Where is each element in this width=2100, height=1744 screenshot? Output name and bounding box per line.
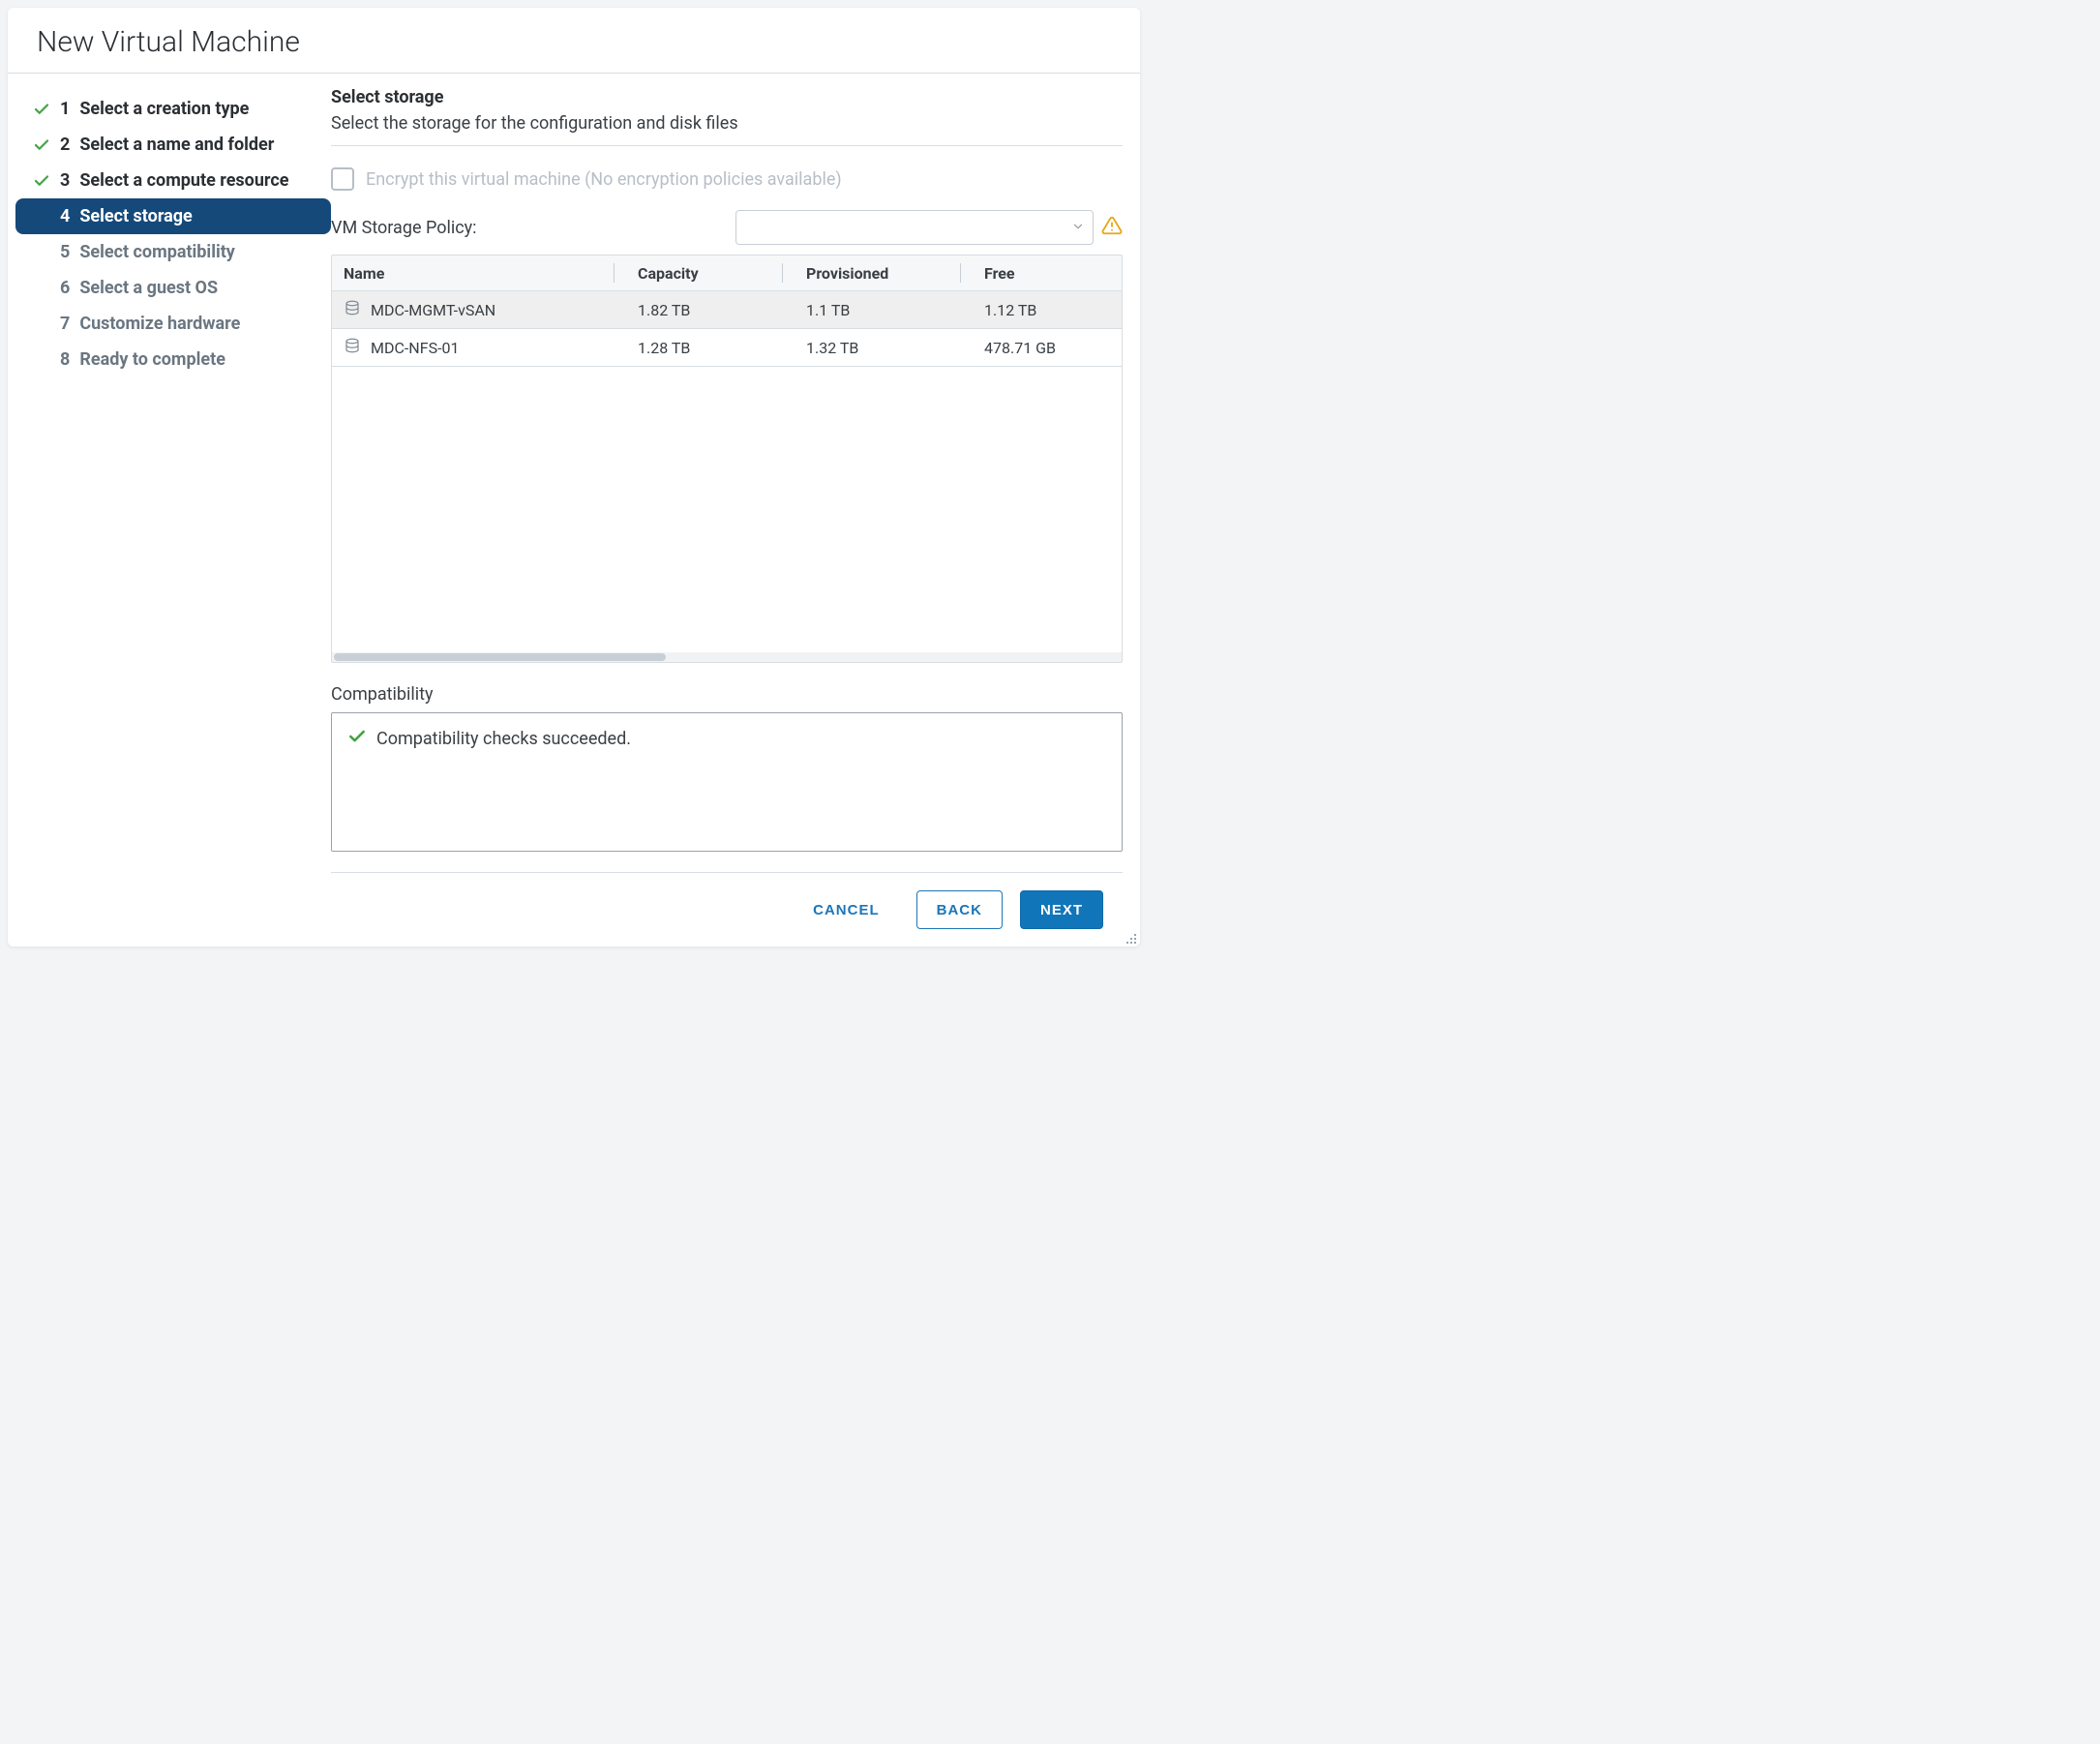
step-number: 7 <box>60 314 70 334</box>
policy-row: VM Storage Policy: <box>331 210 1123 245</box>
table-body: MDC-MGMT-vSAN1.82 TB1.1 TB1.12 TBVirtMDC… <box>332 291 1122 652</box>
next-button[interactable]: NEXT <box>1020 890 1103 929</box>
wizard-step-3[interactable]: 3 Select a compute resource <box>15 163 331 198</box>
wizard-step-1[interactable]: 1 Select a creation type <box>15 91 331 127</box>
step-label: Select a creation type <box>79 99 249 119</box>
col-name[interactable]: Name <box>332 256 626 290</box>
dialog-header: New Virtual Machine <box>8 8 1140 74</box>
step-label: Ready to complete <box>79 349 225 370</box>
cell-free: 478.71 GB <box>973 331 1122 365</box>
wizard-step-4[interactable]: 4 Select storage <box>15 198 331 234</box>
datastore-table: Name Capacity Provisioned Free Type MDC-… <box>331 255 1123 663</box>
cell-capacity: 1.28 TB <box>626 331 795 365</box>
cell-provisioned: 1.1 TB <box>795 293 973 327</box>
cancel-button[interactable]: CANCEL <box>794 890 899 929</box>
table-header: Name Capacity Provisioned Free Type <box>332 256 1122 291</box>
dialog-title: New Virtual Machine <box>37 25 1111 59</box>
table-row[interactable]: MDC-NFS-011.28 TB1.32 TB478.71 GBNFS <box>332 329 1122 367</box>
new-vm-dialog: New Virtual Machine 1 Select a creation … <box>8 8 1140 947</box>
back-button[interactable]: BACK <box>916 890 1003 929</box>
col-capacity[interactable]: Capacity <box>626 256 795 290</box>
horizontal-scrollbar[interactable] <box>332 652 1122 662</box>
section-divider <box>331 145 1123 146</box>
wizard-steps: 1 Select a creation type2 Select a name … <box>15 85 331 947</box>
wizard-step-5: 5 Select compatibility <box>15 234 331 270</box>
step-number: 8 <box>60 349 70 370</box>
compatibility-row: Compatibility checks succeeded. <box>347 727 1106 751</box>
step-number: 2 <box>60 135 70 155</box>
wizard-step-6: 6 Select a guest OS <box>15 270 331 306</box>
storage-policy-dropdown[interactable] <box>735 210 1094 245</box>
datastore-icon <box>344 337 361 358</box>
step-label: Select a guest OS <box>79 278 218 298</box>
step-number: 3 <box>60 170 70 191</box>
cell-capacity: 1.82 TB <box>626 293 795 327</box>
encrypt-label: Encrypt this virtual machine (No encrypt… <box>366 169 842 190</box>
section-subtitle: Select the storage for the configuration… <box>331 113 1123 134</box>
datastore-icon <box>344 299 361 320</box>
policy-right <box>735 210 1123 245</box>
resize-grip-icon[interactable] <box>1125 931 1138 945</box>
step-number: 4 <box>60 206 70 226</box>
warning-icon <box>1101 215 1123 240</box>
compatibility-label: Compatibility <box>331 684 1123 705</box>
step-number: 6 <box>60 278 70 298</box>
chevron-down-icon <box>1071 219 1085 237</box>
datastore-name: MDC-MGMT-vSAN <box>371 301 495 319</box>
table-row[interactable]: MDC-MGMT-vSAN1.82 TB1.1 TB1.12 TBVirt <box>332 291 1122 329</box>
step-label: Customize hardware <box>79 314 240 334</box>
step-label: Select a name and folder <box>79 135 274 155</box>
col-free[interactable]: Free <box>973 256 1123 290</box>
policy-label: VM Storage Policy: <box>331 218 477 238</box>
check-icon <box>33 172 50 190</box>
encrypt-row: Encrypt this virtual machine (No encrypt… <box>331 167 1123 191</box>
wizard-step-7: 7 Customize hardware <box>15 306 331 342</box>
encrypt-checkbox <box>331 167 354 191</box>
step-label: Select compatibility <box>79 242 235 262</box>
step-number: 5 <box>60 242 70 262</box>
wizard-step-2[interactable]: 2 Select a name and folder <box>15 127 331 163</box>
datastore-name: MDC-NFS-01 <box>371 339 459 357</box>
check-icon <box>33 101 50 118</box>
step-number: 1 <box>60 99 70 119</box>
cell-free: 1.12 TB <box>973 293 1122 327</box>
section-title: Select storage <box>331 87 1123 107</box>
compatibility-box: Compatibility checks succeeded. <box>331 712 1123 852</box>
cell-provisioned: 1.32 TB <box>795 331 973 365</box>
col-provisioned[interactable]: Provisioned <box>795 256 973 290</box>
step-label: Select a compute resource <box>79 170 288 191</box>
wizard-step-8: 8 Ready to complete <box>15 342 331 377</box>
scrollbar-thumb[interactable] <box>334 653 666 661</box>
compatibility-message: Compatibility checks succeeded. <box>376 729 631 749</box>
check-icon <box>347 727 367 751</box>
dialog-body: 1 Select a creation type2 Select a name … <box>8 74 1140 947</box>
step-label: Select storage <box>79 206 192 226</box>
check-icon <box>33 136 50 154</box>
dialog-footer: CANCEL BACK NEXT <box>331 872 1123 947</box>
content-area: Select storage Select the storage for th… <box>331 85 1123 947</box>
